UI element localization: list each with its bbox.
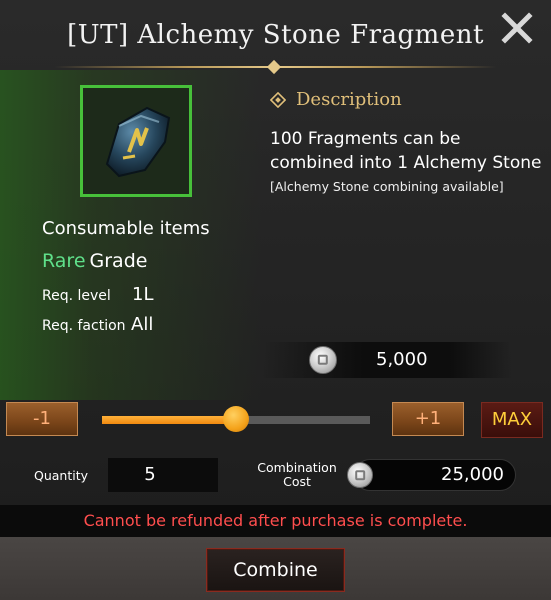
increase-button[interactable]: +1 bbox=[392, 402, 464, 436]
description-heading: Description bbox=[296, 89, 402, 110]
item-grade: Rare Grade bbox=[42, 250, 147, 272]
max-button[interactable]: MAX bbox=[481, 402, 543, 438]
decrease-button[interactable]: -1 bbox=[6, 402, 78, 436]
combine-button[interactable]: Combine bbox=[206, 548, 345, 592]
req-level-value: 1L bbox=[132, 284, 154, 305]
req-level-label: Req. level bbox=[42, 288, 111, 304]
item-combine-dialog: [UT] Alchemy Stone Fragment Consumable i… bbox=[0, 0, 551, 600]
combination-cost-label: Combination Cost bbox=[250, 461, 344, 489]
cost-label-line-2: Cost bbox=[283, 474, 311, 489]
item-slot[interactable] bbox=[80, 85, 192, 197]
grade-name: Rare bbox=[42, 250, 86, 272]
diamond-bullet-icon bbox=[270, 92, 286, 108]
quantity-value: 5 bbox=[144, 464, 156, 485]
title-divider bbox=[55, 59, 496, 75]
silver-coin-icon bbox=[309, 346, 337, 374]
close-icon bbox=[501, 12, 533, 44]
quantity-label: Quantity bbox=[34, 468, 89, 483]
cost-label-line-1: Combination bbox=[257, 460, 337, 475]
req-faction-label: Req. faction bbox=[42, 318, 126, 334]
req-faction-value: All bbox=[131, 314, 154, 335]
quantity-slider-thumb[interactable] bbox=[223, 406, 249, 432]
grade-word: Grade bbox=[89, 250, 148, 272]
description-line-2: combined into 1 Alchemy Stone bbox=[270, 153, 542, 173]
unit-price-value: 5,000 bbox=[376, 349, 428, 370]
close-button[interactable] bbox=[497, 8, 537, 48]
refund-warning: Cannot be refunded after purchase is com… bbox=[83, 511, 468, 530]
item-category: Consumable items bbox=[42, 218, 210, 239]
dialog-title: [UT] Alchemy Stone Fragment bbox=[67, 20, 484, 50]
description-line-1: 100 Fragments can be bbox=[270, 129, 461, 149]
alchemy-stone-fragment-icon bbox=[105, 106, 171, 178]
description-note: [Alchemy Stone combining available] bbox=[270, 179, 504, 194]
combination-cost-value: 25,000 bbox=[441, 464, 504, 485]
quantity-slider-fill bbox=[102, 416, 236, 424]
